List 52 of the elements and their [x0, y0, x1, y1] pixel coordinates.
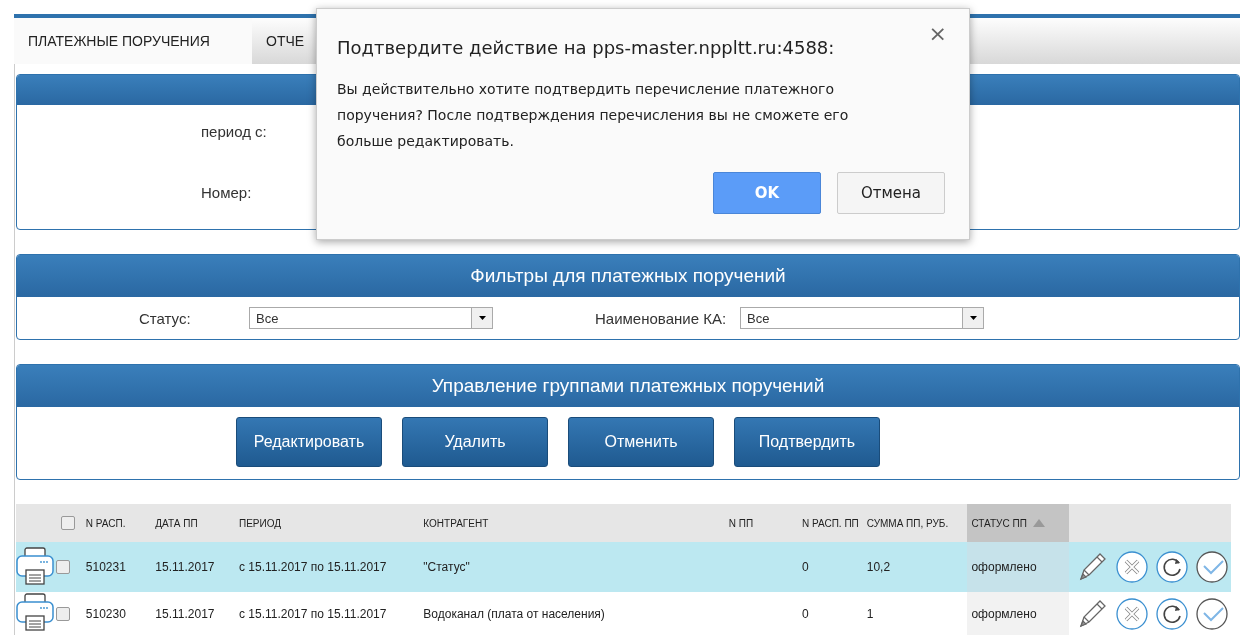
refresh-icon[interactable]: [1155, 596, 1189, 631]
checkmark-icon[interactable]: [1195, 550, 1229, 584]
dialog-message: Вы действительно хотите подтвердить перечисление платежного поручения? После подтверждения перечисления вы не сможете его больше редактировать.: [337, 80, 850, 151]
field-label: период с:: [201, 123, 267, 140]
column-header[interactable]: N ПП: [728, 517, 754, 529]
panel-title: Фильтры для платежных поручений: [17, 255, 1239, 297]
action-button[interactable]: Подтвердить: [734, 417, 880, 467]
table-cell: 15.11.2017: [155, 560, 215, 574]
column-header[interactable]: СТАТУС ПП: [971, 517, 1027, 529]
cancel-icon[interactable]: [1115, 550, 1149, 584]
action-button[interactable]: Отменить: [568, 417, 714, 467]
table-cell: "Статус": [423, 560, 470, 574]
dialog-title: Подтвердите действие на pps-master.nppltt.ru:4588:: [337, 37, 835, 58]
cancel-button[interactable]: Отмена: [837, 172, 945, 214]
panel-title: Управление группами платежных поручений: [17, 365, 1239, 407]
table-cell: оформлено: [971, 606, 1037, 621]
checkbox[interactable]: [56, 560, 70, 575]
printer-icon[interactable]: [16, 592, 54, 632]
table-cell: 1: [866, 606, 874, 621]
action-button[interactable]: Удалить: [402, 417, 548, 467]
column-header[interactable]: КОНТРАГЕНТ: [423, 517, 489, 529]
table-row[interactable]: 510230 15.11.2017 с 15.11.2017 по 15.11.2017 Водоканал (плата от населения) 0 1 оформлено: [16, 592, 1231, 635]
column-header[interactable]: ДАТА ПП: [155, 517, 198, 529]
table-row[interactable]: 510231 15.11.2017 с 15.11.2017 по 15.11.2017 "Статус" 0 10,2 оформлено: [16, 542, 1231, 592]
column-header[interactable]: N РАСП.: [85, 517, 126, 529]
table-cell: 510231: [85, 560, 126, 574]
table-cell: Водоканал (плата от населения): [423, 606, 605, 621]
field-label: Номер:: [201, 184, 252, 201]
table-cell: с 15.11.2017 по 15.11.2017: [238, 606, 387, 621]
column-header[interactable]: ПЕРИОД: [238, 517, 281, 529]
printer-icon[interactable]: [16, 545, 54, 586]
table-cell: 0: [801, 606, 809, 621]
checkbox[interactable]: [56, 606, 70, 621]
select-field[interactable]: Все: [249, 307, 493, 329]
field-label: Наименование КА:: [595, 309, 727, 327]
table-cell: с 15.11.2017 по 15.11.2017: [238, 560, 387, 574]
column-header[interactable]: N РАСП. ПП: [801, 517, 859, 529]
checkbox[interactable]: [60, 516, 75, 531]
table-cell: 0: [801, 560, 809, 574]
table-cell: 15.11.2017: [155, 606, 215, 621]
refresh-icon[interactable]: [1155, 550, 1189, 584]
action-button[interactable]: Редактировать: [236, 417, 382, 467]
table-cell: 10,2: [866, 560, 891, 574]
table-cell: 510230: [85, 606, 126, 621]
tab[interactable]: ОТЧЕ: [252, 18, 321, 64]
field-label: Статус:: [139, 309, 192, 327]
table-cell: оформлено: [971, 560, 1037, 574]
close-button[interactable]: ×: [928, 23, 947, 45]
column-header[interactable]: СУММА ПП, РУБ.: [866, 517, 949, 529]
cancel-icon[interactable]: [1115, 596, 1149, 631]
select-field[interactable]: Все: [740, 307, 985, 329]
checkmark-icon[interactable]: [1195, 596, 1229, 631]
